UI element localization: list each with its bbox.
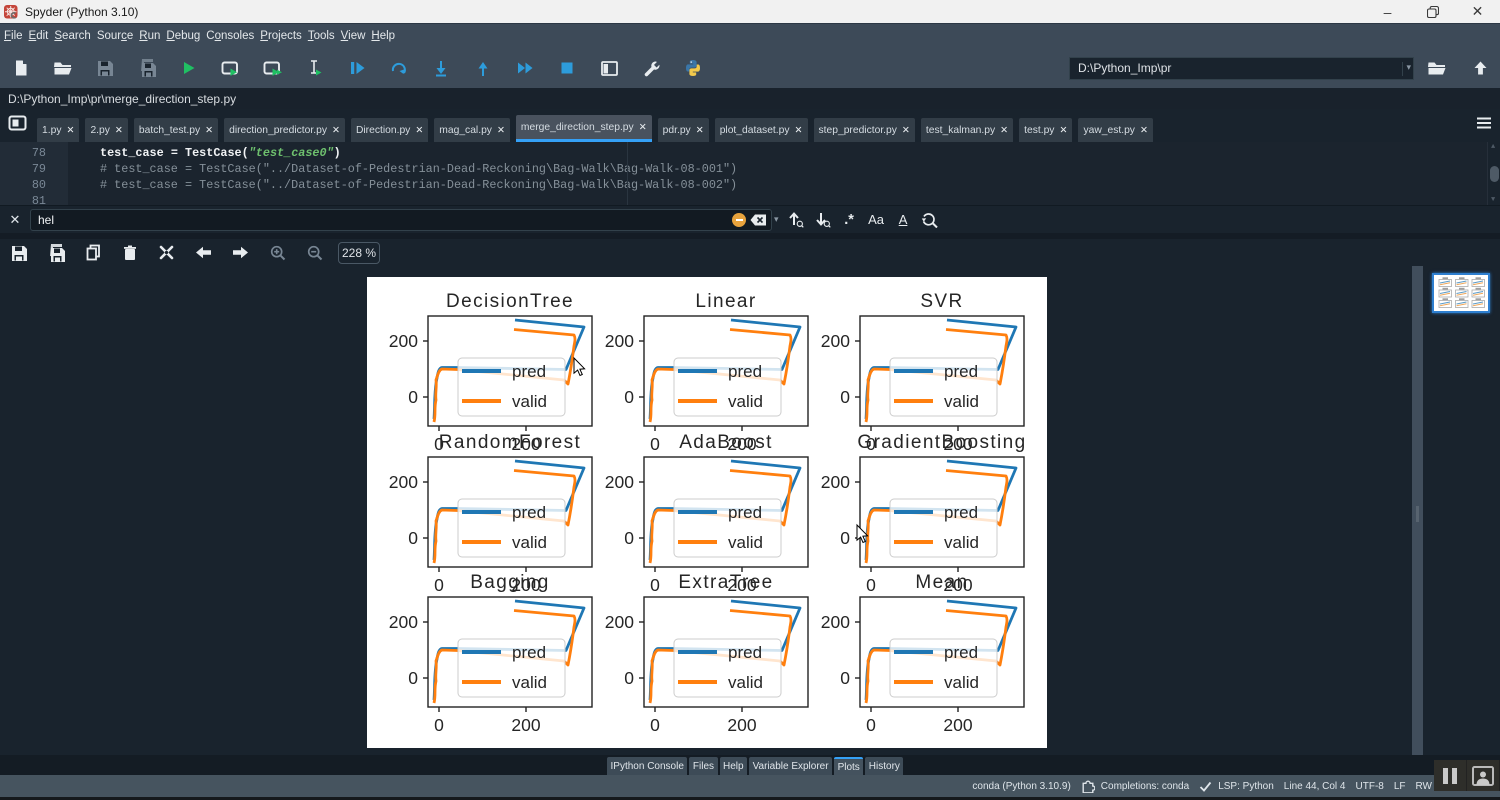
- svg-text:pred: pred: [728, 643, 762, 662]
- svg-text:0: 0: [408, 528, 418, 548]
- svg-text:pred: pred: [728, 503, 762, 522]
- svg-text:SVR: SVR: [920, 291, 963, 312]
- svg-text:0: 0: [624, 668, 634, 688]
- svg-text:Mean: Mean: [915, 572, 968, 593]
- svg-text:200: 200: [605, 472, 634, 492]
- svg-text:200: 200: [389, 331, 418, 351]
- svg-text:Bagging: Bagging: [470, 572, 550, 593]
- svg-text:200: 200: [605, 612, 634, 632]
- svg-text:0: 0: [840, 528, 850, 548]
- svg-text:valid: valid: [944, 533, 979, 552]
- svg-text:valid: valid: [728, 533, 763, 552]
- svg-text:0: 0: [650, 434, 660, 454]
- svg-text:DecisionTree: DecisionTree: [446, 291, 574, 312]
- svg-text:200: 200: [727, 715, 756, 735]
- svg-text:0: 0: [650, 715, 660, 735]
- svg-text:pred: pred: [944, 643, 978, 662]
- svg-text:0: 0: [840, 668, 850, 688]
- svg-text:0: 0: [434, 575, 444, 595]
- svg-text:0: 0: [624, 387, 634, 407]
- svg-text:Linear: Linear: [695, 291, 756, 312]
- svg-text:pred: pred: [512, 503, 546, 522]
- svg-text:valid: valid: [512, 533, 547, 552]
- svg-text:ExtraTree: ExtraTree: [678, 572, 773, 593]
- svg-text:200: 200: [511, 715, 540, 735]
- svg-text:200: 200: [389, 612, 418, 632]
- svg-text:200: 200: [821, 612, 850, 632]
- svg-text:200: 200: [821, 331, 850, 351]
- svg-text:0: 0: [408, 387, 418, 407]
- svg-text:0: 0: [408, 668, 418, 688]
- svg-text:pred: pred: [512, 643, 546, 662]
- svg-text:valid: valid: [728, 673, 763, 692]
- svg-text:0: 0: [840, 387, 850, 407]
- svg-text:valid: valid: [944, 392, 979, 411]
- svg-text:0: 0: [434, 715, 444, 735]
- svg-text:200: 200: [821, 472, 850, 492]
- svg-text:200: 200: [605, 331, 634, 351]
- svg-text:RandomForest: RandomForest: [439, 432, 581, 453]
- svg-text:0: 0: [866, 575, 876, 595]
- svg-text:GradientBoosting: GradientBoosting: [857, 432, 1026, 453]
- svg-text:pred: pred: [944, 503, 978, 522]
- svg-text:200: 200: [943, 715, 972, 735]
- svg-text:pred: pred: [728, 362, 762, 381]
- svg-text:valid: valid: [728, 392, 763, 411]
- svg-text:valid: valid: [944, 673, 979, 692]
- svg-text:valid: valid: [512, 673, 547, 692]
- svg-text:0: 0: [866, 715, 876, 735]
- svg-text:0: 0: [650, 575, 660, 595]
- svg-text:valid: valid: [512, 392, 547, 411]
- svg-text:0: 0: [624, 528, 634, 548]
- svg-text:AdaBoost: AdaBoost: [679, 432, 773, 453]
- svg-text:200: 200: [389, 472, 418, 492]
- svg-text:pred: pred: [512, 362, 546, 381]
- svg-text:pred: pred: [944, 362, 978, 381]
